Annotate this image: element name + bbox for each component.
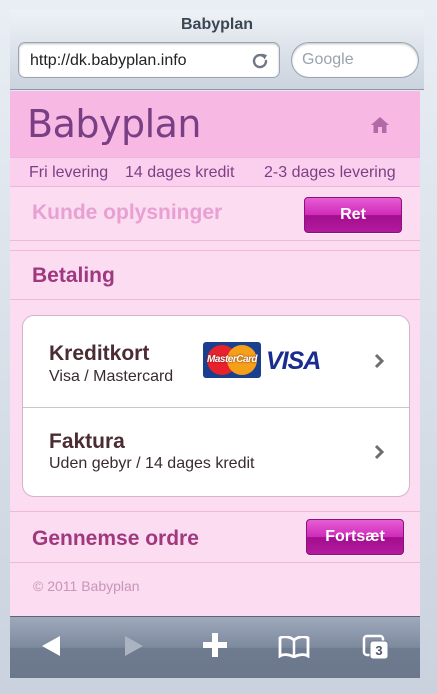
home-icon[interactable]	[370, 116, 390, 134]
customer-section-title: Kunde oplysninger	[32, 201, 223, 224]
payment-option-subtitle: Uden gebyr / 14 dages kredit	[49, 455, 255, 472]
phone-screen: Babyplan http://dk.babyplan.info Google …	[0, 0, 437, 694]
back-arrow-icon[interactable]	[40, 634, 62, 658]
window-title: Babyplan	[180, 16, 253, 33]
mastercard-logo: MasterCard	[203, 342, 261, 378]
review-section: Gennemse ordre Fortsæt	[10, 511, 420, 563]
payment-option-creditcard[interactable]: Kreditkort Visa / Mastercard MasterCard …	[23, 316, 409, 407]
tabs-icon[interactable]: 3	[362, 634, 390, 660]
forward-arrow-icon[interactable]	[123, 634, 145, 658]
url-text: http://dk.babyplan.info	[30, 52, 187, 69]
chevron-right-icon	[374, 444, 385, 460]
browser-chrome: Babyplan http://dk.babyplan.info Google	[10, 10, 424, 90]
web-page: Babyplan Fri levering 14 dages kredit 2-…	[10, 91, 420, 616]
edit-button[interactable]: Ret	[304, 197, 402, 233]
perk-free-delivery: Fri levering	[29, 164, 109, 181]
visa-logo: VISA	[266, 347, 321, 375]
site-header: Babyplan	[10, 91, 420, 157]
payment-section-header: Betaling	[10, 250, 420, 300]
customer-section: Kunde oplysninger Ret	[10, 188, 420, 241]
perks-bar: Fri levering 14 dages kredit 2-3 dages l…	[10, 157, 420, 187]
plus-icon[interactable]	[203, 633, 227, 657]
perk-delivery-time: 2-3 dages levering	[264, 164, 396, 181]
url-field[interactable]: http://dk.babyplan.info	[18, 42, 280, 78]
perk-credit: 14 dages kredit	[125, 164, 235, 181]
copyright-text: © 2011 Babyplan	[33, 578, 140, 594]
reload-icon[interactable]	[249, 50, 271, 72]
payment-option-title: Kreditkort	[49, 342, 150, 365]
tab-count: 3	[375, 643, 382, 658]
bookmarks-icon[interactable]	[278, 636, 310, 658]
continue-button[interactable]: Fortsæt	[306, 519, 404, 555]
payment-option-title: Faktura	[49, 430, 125, 453]
payment-option-invoice[interactable]: Faktura Uden gebyr / 14 dages kredit	[23, 407, 409, 496]
payment-section-title: Betaling	[32, 264, 115, 287]
chevron-right-icon	[374, 353, 385, 369]
review-section-title: Gennemse ordre	[32, 527, 199, 550]
browser-toolbar: 3	[10, 616, 420, 678]
search-field[interactable]: Google	[291, 42, 419, 78]
site-logo-text[interactable]: Babyplan	[27, 102, 202, 146]
payment-option-subtitle: Visa / Mastercard	[49, 368, 174, 385]
payment-options: Kreditkort Visa / Mastercard MasterCard …	[22, 315, 410, 497]
